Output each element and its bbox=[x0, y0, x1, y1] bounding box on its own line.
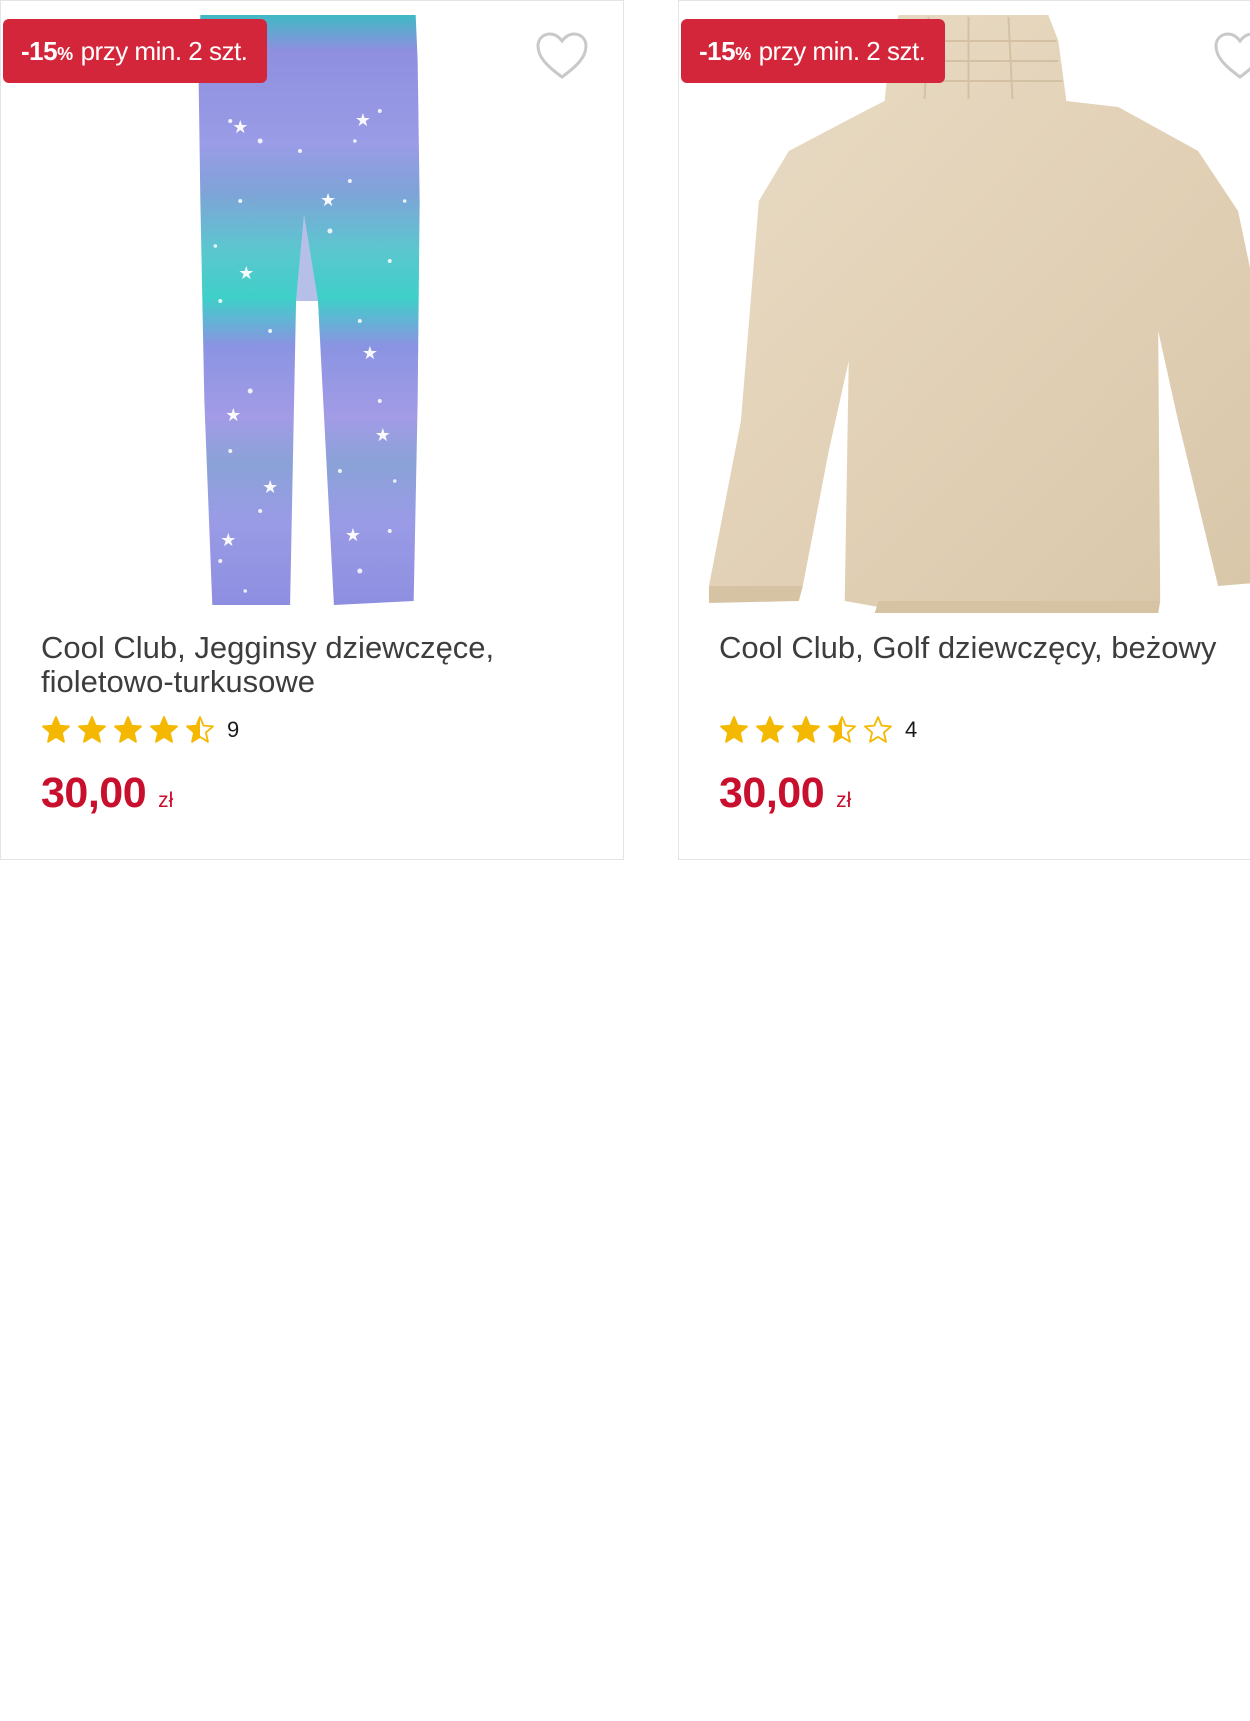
price-currency: zł bbox=[158, 789, 174, 812]
svg-text:★: ★ bbox=[375, 425, 391, 446]
promo-discount: -15% bbox=[21, 35, 73, 66]
product-card[interactable]: ★ ★ ★ ★ ★ ★ ★ ★ ★ ★ -15% przy min. 2 szt. Cool… bbox=[0, 0, 624, 860]
add-to-favorites-button[interactable] bbox=[535, 31, 589, 81]
svg-text:★: ★ bbox=[238, 263, 254, 284]
sweater-photo bbox=[708, 15, 1250, 613]
svg-text:★: ★ bbox=[362, 343, 378, 364]
add-to-favorites-button[interactable] bbox=[1213, 31, 1250, 81]
promo-badge: -15% przy min. 2 szt. bbox=[681, 19, 946, 83]
product-image-leggings[interactable]: ★ ★ ★ ★ ★ ★ ★ ★ ★ ★ bbox=[1, 1, 623, 621]
heart-outline-icon bbox=[536, 32, 588, 79]
star-empty-icon bbox=[864, 716, 892, 743]
product-image-sweater[interactable] bbox=[679, 1, 1250, 621]
product-rating: 9 bbox=[41, 713, 239, 747]
star-half-icon bbox=[828, 716, 856, 743]
svg-text:★: ★ bbox=[262, 477, 278, 498]
star-full-icon bbox=[78, 716, 106, 743]
heart-outline-icon bbox=[1214, 32, 1250, 79]
promo-badge: -15% przy min. 2 szt. bbox=[3, 19, 268, 83]
price-currency: zł bbox=[836, 789, 852, 812]
svg-text:★: ★ bbox=[225, 405, 241, 426]
rating-stars bbox=[41, 715, 221, 745]
star-full-icon bbox=[756, 716, 784, 743]
promo-discount: -15% bbox=[699, 35, 751, 66]
star-full-icon bbox=[114, 716, 142, 743]
rating-stars bbox=[719, 715, 899, 745]
product-price: 30,00 zł bbox=[719, 769, 851, 818]
price-value: 30,00 bbox=[41, 769, 147, 817]
star-full-icon bbox=[792, 716, 820, 743]
svg-text:★: ★ bbox=[320, 190, 336, 211]
price-value: 30,00 bbox=[719, 769, 825, 817]
product-title[interactable]: Cool Club, Golf dziewczęcy, beżowy bbox=[719, 631, 1250, 665]
product-card[interactable]: -15% przy min. 2 szt. Cool Club, Golf dz… bbox=[678, 0, 1250, 860]
promo-text: przy min. 2 szt. bbox=[758, 35, 926, 66]
product-title[interactable]: Cool Club, Jegginsy dziewczęce, fioletow… bbox=[41, 631, 601, 699]
star-full-icon bbox=[720, 716, 748, 743]
svg-text:★: ★ bbox=[355, 110, 371, 131]
star-half-icon bbox=[186, 716, 214, 743]
product-rating: 4 bbox=[719, 713, 917, 747]
promo-text: przy min. 2 szt. bbox=[80, 35, 248, 66]
rating-count: 9 bbox=[227, 717, 240, 742]
star-full-icon bbox=[150, 716, 178, 743]
rating-count: 4 bbox=[905, 717, 918, 742]
svg-text:★: ★ bbox=[220, 530, 236, 551]
product-price: 30,00 zł bbox=[41, 769, 173, 818]
leggings-photo: ★ ★ ★ ★ ★ ★ ★ ★ ★ ★ bbox=[198, 15, 420, 605]
svg-text:★: ★ bbox=[232, 117, 248, 138]
svg-text:★: ★ bbox=[345, 525, 361, 546]
star-full-icon bbox=[42, 716, 70, 743]
